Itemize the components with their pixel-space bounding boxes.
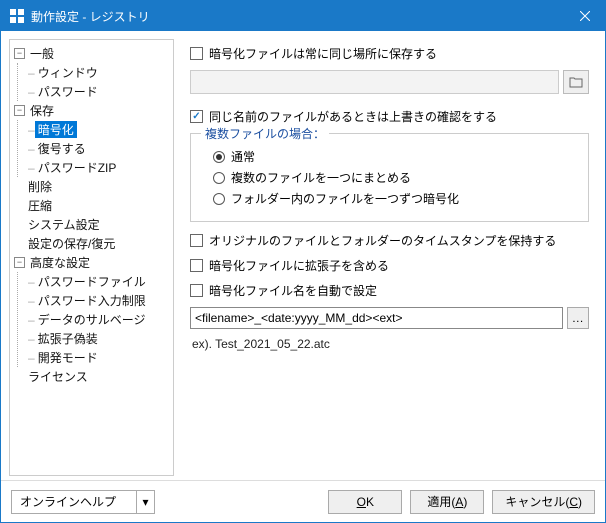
collapse-icon[interactable]: − [14,257,25,268]
tree-compress[interactable]: 圧縮 [12,196,171,215]
tree-passwordzip[interactable]: –パスワードZIP [18,158,171,177]
tree-saverestore[interactable]: 設定の保存/復元 [12,234,171,253]
tree-ext[interactable]: –拡張子偽装 [18,329,171,348]
settings-window: 動作設定 - レジストリ −一般 –ウィンドウ –パスワード −保存 –暗号化 … [0,0,606,523]
collapse-icon[interactable]: − [14,105,25,116]
radio-eachfolder[interactable] [213,193,225,205]
checkbox-timestamp[interactable] [190,234,203,247]
nav-tree[interactable]: −一般 –ウィンドウ –パスワード −保存 –暗号化 –復号する –パスワードZ… [9,39,174,476]
row-timestamp: オリジナルのファイルとフォルダーのタイムスタンプを保持する [190,232,589,249]
filename-pattern-input[interactable] [190,307,563,329]
checkbox-addext[interactable] [190,259,203,272]
tree-encrypt[interactable]: –暗号化 [18,120,171,139]
tree-salvage[interactable]: –データのサルベージ [18,310,171,329]
close-button[interactable] [565,1,605,31]
tree-save[interactable]: −保存 [12,101,171,120]
row-addext: 暗号化ファイルに拡張子を含める [190,257,589,274]
row-overwrite: 同じ名前のファイルがあるときは上書きの確認をする [190,108,589,125]
radio-combine-row[interactable]: 複数のファイルを一つにまとめる [213,169,576,186]
tree-decrypt[interactable]: –復号する [18,139,171,158]
tree-dev[interactable]: –開発モード [18,348,171,367]
radio-combine[interactable] [213,172,225,184]
group-multifile: 複数ファイルの場合： 通常 複数のファイルを一つにまとめる フォルダー内のファイ… [190,133,589,222]
radio-normal[interactable] [213,151,225,163]
label-same-location: 暗号化ファイルは常に同じ場所に保存する [209,45,437,62]
tree-license[interactable]: ライセンス [12,367,171,386]
checkbox-overwrite[interactable] [190,110,203,123]
tree-delete[interactable]: 削除 [12,177,171,196]
tree-window[interactable]: –ウィンドウ [18,63,171,82]
label-overwrite: 同じ名前のファイルがあるときは上書きの確認をする [209,108,497,125]
group-title: 複数ファイルの場合： [201,125,329,142]
row-autoname: 暗号化ファイル名を自動で設定 [190,282,589,299]
checkbox-autoname[interactable] [190,284,203,297]
row-same-location: 暗号化ファイルは常に同じ場所に保存する [190,45,589,62]
apply-button[interactable]: 適用(A) [410,490,484,514]
tree-advanced[interactable]: −高度な設定 [12,253,171,272]
pattern-options-button[interactable]: … [567,307,590,329]
dialog-footer: オンラインヘルプ ▾ OK 適用(A) キャンセル(C) [1,480,605,522]
tree-pwfile[interactable]: –パスワードファイル [18,272,171,291]
app-icon [9,8,25,24]
ok-button[interactable]: OK [328,490,402,514]
collapse-icon[interactable]: − [14,48,25,59]
save-path-input[interactable] [190,70,559,94]
window-title: 動作設定 - レジストリ [31,8,565,25]
titlebar: 動作設定 - レジストリ [1,1,605,31]
checkbox-same-location[interactable] [190,47,203,60]
tree-general[interactable]: −一般 [12,44,171,63]
online-help-dropdown[interactable]: オンラインヘルプ ▾ [11,490,155,514]
settings-panel: 暗号化ファイルは常に同じ場所に保存する 同じ名前のファイルがあるときは上書きの確… [178,31,605,480]
cancel-button[interactable]: キャンセル(C) [492,490,595,514]
tree-pwlimit[interactable]: –パスワード入力制限 [18,291,171,310]
tree-system[interactable]: システム設定 [12,215,171,234]
filename-example: ex). Test_2021_05_22.atc [192,337,587,351]
chevron-down-icon: ▾ [136,491,154,513]
browse-folder-button[interactable] [563,70,589,94]
tree-password[interactable]: –パスワード [18,82,171,101]
radio-eachfolder-row[interactable]: フォルダー内のファイルを一つずつ暗号化 [213,190,576,207]
radio-normal-row[interactable]: 通常 [213,148,576,165]
folder-icon [569,76,583,88]
